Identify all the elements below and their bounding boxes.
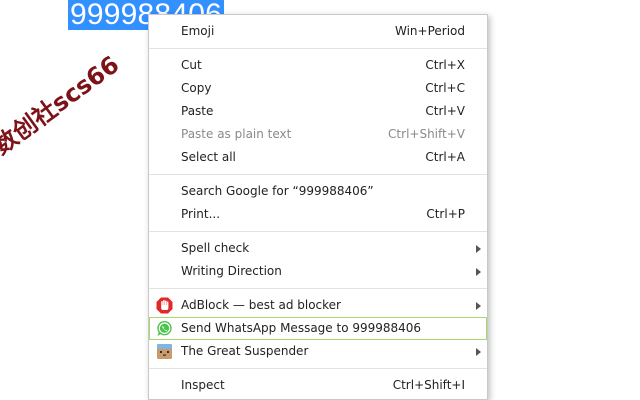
- menu-item-shortcut: Ctrl+C: [425, 81, 465, 95]
- menu-item-emoji[interactable]: Emoji Win+Period: [149, 20, 487, 43]
- menu-item-send-whatsapp[interactable]: Send WhatsApp Message to 999988406: [149, 317, 487, 340]
- menu-item-label: Inspect: [181, 378, 225, 392]
- context-menu: Emoji Win+Period Cut Ctrl+X Copy Ctrl+C …: [148, 14, 488, 400]
- menu-item-search-google[interactable]: Search Google for “999988406”: [149, 180, 487, 203]
- menu-item-copy[interactable]: Copy Ctrl+C: [149, 77, 487, 100]
- menu-item-shortcut: Ctrl+Shift+I: [392, 378, 465, 392]
- submenu-arrow-icon: [476, 245, 481, 253]
- menu-item-label: Cut: [181, 58, 202, 72]
- menu-separator: [149, 288, 487, 289]
- submenu-arrow-icon: [476, 302, 481, 310]
- menu-item-label: Copy: [181, 81, 212, 95]
- menu-item-label: Writing Direction: [181, 264, 282, 278]
- menu-item-cut[interactable]: Cut Ctrl+X: [149, 54, 487, 77]
- menu-item-label: Print...: [181, 207, 221, 221]
- menu-item-print[interactable]: Print... Ctrl+P: [149, 203, 487, 226]
- menu-item-label: AdBlock — best ad blocker: [181, 298, 341, 312]
- menu-item-shortcut: Ctrl+A: [425, 150, 465, 164]
- menu-item-shortcut: Win+Period: [394, 24, 465, 38]
- menu-item-spell-check[interactable]: Spell check: [149, 237, 487, 260]
- menu-item-label: Send WhatsApp Message to 999988406: [181, 321, 422, 335]
- menu-separator: [149, 368, 487, 369]
- menu-item-shortcut: Ctrl+P: [426, 207, 465, 221]
- menu-item-shortcut: Ctrl+X: [425, 58, 465, 72]
- menu-item-label: Search Google for “999988406”: [181, 184, 374, 198]
- whatsapp-icon: [157, 321, 172, 336]
- menu-item-label: Emoji: [181, 24, 215, 38]
- menu-item-great-suspender[interactable]: The Great Suspender: [149, 340, 487, 363]
- screen: 999988406 数创社scs66 Emoji Win+Period Cut …: [0, 0, 640, 400]
- menu-item-shortcut: Ctrl+V: [425, 104, 465, 118]
- menu-item-inspect[interactable]: Inspect Ctrl+Shift+I: [149, 374, 487, 397]
- menu-item-adblock[interactable]: AdBlock — best ad blocker: [149, 294, 487, 317]
- watermark: 数创社scs66: [0, 50, 125, 161]
- menu-item-paste[interactable]: Paste Ctrl+V: [149, 100, 487, 123]
- menu-item-label: Paste: [181, 104, 214, 118]
- submenu-arrow-icon: [476, 348, 481, 356]
- menu-item-label: The Great Suspender: [181, 344, 309, 358]
- menu-separator: [149, 174, 487, 175]
- menu-item-paste-plain-text[interactable]: Paste as plain text Ctrl+Shift+V: [149, 123, 487, 146]
- submenu-arrow-icon: [476, 268, 481, 276]
- menu-separator: [149, 231, 487, 232]
- menu-item-shortcut: Ctrl+Shift+V: [388, 127, 465, 141]
- great-suspender-icon: [157, 344, 172, 359]
- menu-item-select-all[interactable]: Select all Ctrl+A: [149, 146, 487, 169]
- adblock-hand-icon: [156, 297, 173, 314]
- menu-item-label: Select all: [181, 150, 236, 164]
- menu-item-label: Spell check: [181, 241, 250, 255]
- menu-item-label: Paste as plain text: [181, 127, 292, 141]
- menu-separator: [149, 48, 487, 49]
- menu-item-writing-direction[interactable]: Writing Direction: [149, 260, 487, 283]
